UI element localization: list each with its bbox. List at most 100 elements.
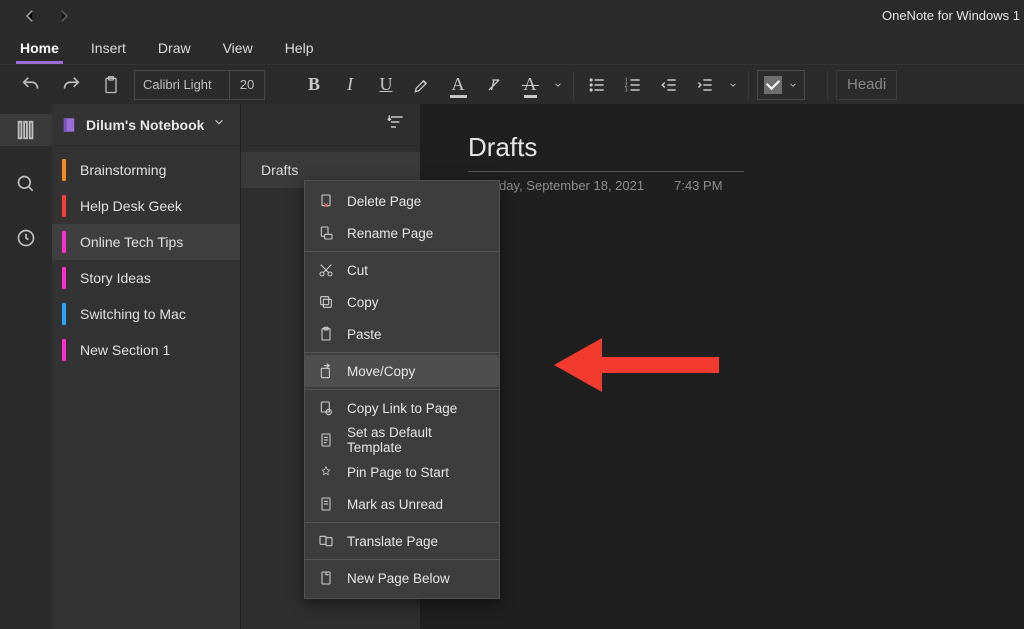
page-title[interactable]: Drafts xyxy=(468,132,1024,163)
ctx-copy[interactable]: Copy xyxy=(305,286,499,318)
ctx-cut[interactable]: Cut xyxy=(305,254,499,286)
bullets-button[interactable] xyxy=(582,70,612,100)
tab-view[interactable]: View xyxy=(221,34,255,64)
delete-page-icon xyxy=(317,192,335,210)
ctx-separator xyxy=(305,559,499,560)
section-item[interactable]: Brainstorming xyxy=(52,152,240,188)
back-button[interactable] xyxy=(20,6,40,26)
pin-icon xyxy=(317,463,335,481)
more-formatting-dropdown[interactable] xyxy=(551,80,565,90)
tab-draw[interactable]: Draw xyxy=(156,34,193,64)
ctx-label: Rename Page xyxy=(347,226,433,241)
font-name-input[interactable]: Calibri Light xyxy=(135,77,229,92)
section-list: Brainstorming Help Desk Geek Online Tech… xyxy=(52,146,240,368)
rename-page-icon xyxy=(317,224,335,242)
section-item[interactable]: Switching to Mac xyxy=(52,296,240,332)
titlebar-nav xyxy=(6,6,74,26)
clipboard-button[interactable] xyxy=(94,68,128,102)
translate-icon xyxy=(317,532,335,550)
outdent-button[interactable] xyxy=(654,70,684,100)
main-area: Dilum's Notebook Brainstorming Help Desk… xyxy=(0,104,1024,629)
arrow-annotation xyxy=(554,335,724,400)
ctx-separator xyxy=(305,251,499,252)
section-item[interactable]: New Section 1 xyxy=(52,332,240,368)
page-meta: Saturday, September 18, 2021 7:43 PM xyxy=(468,178,1024,193)
notebook-header[interactable]: Dilum's Notebook xyxy=(52,104,240,146)
paste-icon xyxy=(317,325,335,343)
bold-button[interactable]: B xyxy=(299,70,329,100)
highlight-button[interactable] xyxy=(407,70,437,100)
ctx-move-copy[interactable]: Move/Copy xyxy=(305,355,499,387)
ctx-label: Copy Link to Page xyxy=(347,401,457,416)
copy-link-icon xyxy=(317,399,335,417)
ctx-label: Paste xyxy=(347,327,382,342)
section-item[interactable]: Story Ideas xyxy=(52,260,240,296)
sort-icon[interactable] xyxy=(386,112,406,137)
ctx-new-page-below[interactable]: New Page Below xyxy=(305,562,499,594)
numbering-button[interactable]: 123 xyxy=(618,70,648,100)
indent-button[interactable] xyxy=(690,70,720,100)
ctx-label: Move/Copy xyxy=(347,364,415,379)
title-underline xyxy=(468,171,744,172)
notebook-title: Dilum's Notebook xyxy=(86,117,204,133)
notebook-icon xyxy=(60,116,78,134)
new-page-icon xyxy=(317,569,335,587)
title-bar: OneNote for Windows 1 xyxy=(0,0,1024,32)
strikethrough-button[interactable]: A xyxy=(515,70,545,100)
page-context-menu: Delete Page Rename Page Cut Copy Paste M… xyxy=(304,180,500,599)
copy-icon xyxy=(317,293,335,311)
styles-heading-button[interactable]: Headi xyxy=(836,70,897,100)
ctx-copy-link[interactable]: Copy Link to Page xyxy=(305,392,499,424)
section-label: New Section 1 xyxy=(72,342,170,358)
forward-button[interactable] xyxy=(54,6,74,26)
checkmark-icon xyxy=(764,76,782,94)
chevron-down-icon xyxy=(788,80,798,90)
ctx-separator xyxy=(305,522,499,523)
underline-button[interactable]: U xyxy=(371,70,401,100)
ctx-paste[interactable]: Paste xyxy=(305,318,499,350)
font-size-input[interactable]: 20 xyxy=(230,77,264,92)
ctx-translate[interactable]: Translate Page xyxy=(305,525,499,557)
ctx-set-template[interactable]: Set as Default Template xyxy=(305,424,499,456)
ctx-label: New Page Below xyxy=(347,571,450,586)
ctx-label: Set as Default Template xyxy=(347,425,487,455)
todo-tag-button[interactable] xyxy=(757,70,805,100)
font-selector[interactable]: Calibri Light 20 xyxy=(134,70,265,100)
section-item[interactable]: Online Tech Tips xyxy=(52,224,240,260)
ribbon-tabs: Home Insert Draw View Help xyxy=(0,32,1024,64)
clear-formatting-button[interactable] xyxy=(479,70,509,100)
recent-button[interactable] xyxy=(0,222,52,254)
svg-text:3: 3 xyxy=(625,87,628,93)
ctx-mark-unread[interactable]: Mark as Unread xyxy=(305,488,499,520)
ctx-label: Translate Page xyxy=(347,534,438,549)
font-color-button[interactable]: A xyxy=(443,70,473,100)
notebooks-button[interactable] xyxy=(0,114,52,146)
sections-column: Dilum's Notebook Brainstorming Help Desk… xyxy=(52,104,240,629)
unread-icon xyxy=(317,495,335,513)
ctx-label: Mark as Unread xyxy=(347,497,443,512)
tab-home[interactable]: Home xyxy=(18,34,61,64)
ctx-separator xyxy=(305,352,499,353)
section-label: Switching to Mac xyxy=(72,306,186,322)
ctx-rename-page[interactable]: Rename Page xyxy=(305,217,499,249)
ctx-label: Delete Page xyxy=(347,194,421,209)
ribbon-toolbar: Calibri Light 20 B I U A A 123 Hea xyxy=(0,64,1024,104)
italic-button[interactable]: I xyxy=(335,70,365,100)
cut-icon xyxy=(317,261,335,279)
section-label: Story Ideas xyxy=(72,270,151,286)
section-item[interactable]: Help Desk Geek xyxy=(52,188,240,224)
template-icon xyxy=(317,431,335,449)
redo-button[interactable] xyxy=(54,68,88,102)
ctx-pin-start[interactable]: Pin Page to Start xyxy=(305,456,499,488)
undo-button[interactable] xyxy=(14,68,48,102)
search-button[interactable] xyxy=(0,168,52,200)
page-time: 7:43 PM xyxy=(674,178,722,193)
ctx-delete-page[interactable]: Delete Page xyxy=(305,185,499,217)
ctx-label: Cut xyxy=(347,263,368,278)
ctx-separator xyxy=(305,389,499,390)
page-label: Drafts xyxy=(261,162,298,178)
nav-rail xyxy=(0,104,52,629)
tab-help[interactable]: Help xyxy=(283,34,316,64)
paragraph-dropdown[interactable] xyxy=(726,80,740,90)
tab-insert[interactable]: Insert xyxy=(89,34,128,64)
